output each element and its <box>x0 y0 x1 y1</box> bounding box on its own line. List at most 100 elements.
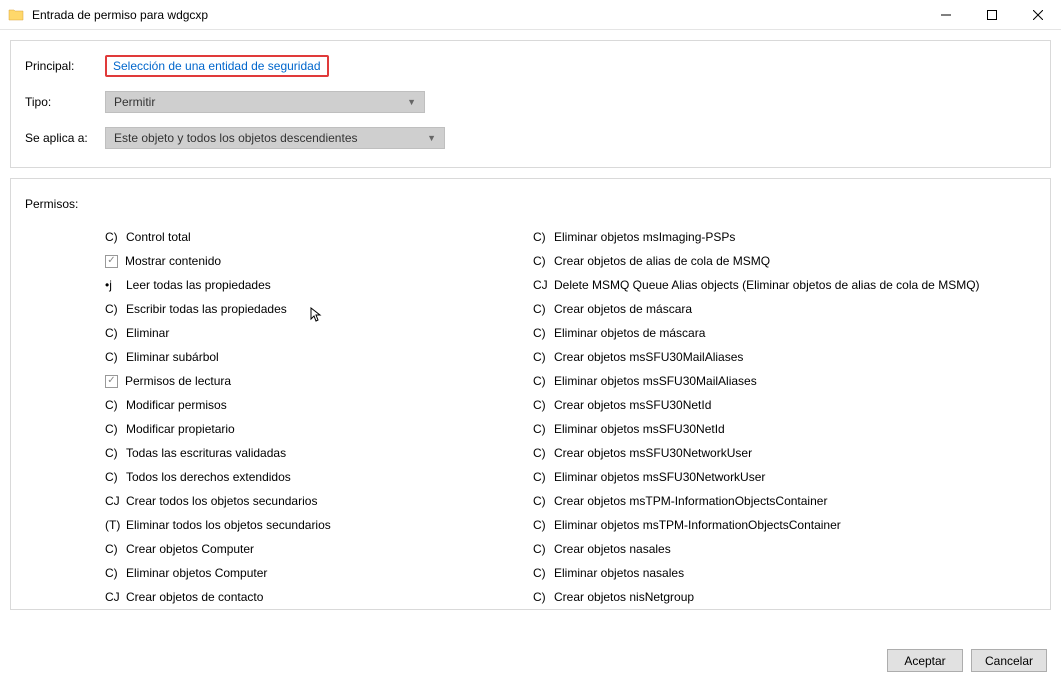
permission-item[interactable]: C)Modificar permisos <box>105 393 533 417</box>
titlebar: Entrada de permiso para wdgcxp <box>0 0 1061 30</box>
permission-label: Mostrar contenido <box>125 254 221 268</box>
permission-label: Control total <box>126 230 191 244</box>
type-value: Permitir <box>114 95 155 109</box>
permission-item[interactable]: C)Eliminar objetos de máscara <box>533 321 1036 345</box>
permission-item[interactable]: C)Crear objetos msTPM-InformationObjects… <box>533 489 1036 513</box>
permission-item[interactable]: Permisos de lectura <box>105 369 533 393</box>
permission-label: Leer todas las propiedades <box>126 278 271 292</box>
permission-item[interactable]: C)Crear objetos msSFU30NetworkUser <box>533 441 1036 465</box>
checkbox-prefix: C) <box>105 326 123 340</box>
checkbox-prefix: C) <box>105 230 123 244</box>
permission-label: Crear objetos de máscara <box>554 302 692 316</box>
permission-item[interactable]: C)Eliminar objetos msSFU30NetId <box>533 417 1036 441</box>
permission-label: Todas las escrituras validadas <box>126 446 286 460</box>
permission-item[interactable]: C)Eliminar subárbol <box>105 345 533 369</box>
checkbox-prefix: C) <box>533 254 551 268</box>
checkbox-prefix: (T) <box>105 518 123 532</box>
close-button[interactable] <box>1015 0 1061 29</box>
checkbox-prefix: C) <box>533 350 551 364</box>
type-dropdown[interactable]: Permitir ▼ <box>105 91 425 113</box>
permission-item[interactable]: C)Escribir todas las propiedades <box>105 297 533 321</box>
permission-label: Eliminar objetos msTPM-InformationObject… <box>554 518 841 532</box>
permissions-label: Permisos: <box>25 197 78 211</box>
permission-item[interactable]: C)Todos los derechos extendidos <box>105 465 533 489</box>
permission-item[interactable]: C)Eliminar objetos nasales <box>533 561 1036 585</box>
checkbox-prefix: C) <box>533 422 551 436</box>
permission-item[interactable]: C)Crear objetos de máscara <box>533 297 1036 321</box>
permission-label: Eliminar objetos msSFU30NetId <box>554 422 725 436</box>
cancel-button[interactable]: Cancelar <box>971 649 1047 672</box>
permission-label: Crear objetos msTPM-InformationObjectsCo… <box>554 494 827 508</box>
permission-item[interactable]: C)Eliminar objetos msSFU30MailAliases <box>533 369 1036 393</box>
permission-item[interactable]: C)Eliminar objetos msSFU30NetworkUser <box>533 465 1036 489</box>
permission-item[interactable]: C)Modificar propietario <box>105 417 533 441</box>
window-controls <box>923 0 1061 29</box>
applies-value: Este objeto y todos los objetos descendi… <box>114 131 358 145</box>
permission-item[interactable]: C)Eliminar <box>105 321 533 345</box>
permission-label: Crear objetos nasales <box>554 542 671 556</box>
principal-link[interactable]: Selección de una entidad de seguridad <box>105 55 329 77</box>
permission-label: Crear objetos msSFU30NetworkUser <box>554 446 752 460</box>
permission-label: Crear objetos nisNetgroup <box>554 590 694 604</box>
checkbox-prefix: C) <box>105 566 123 580</box>
permission-label: Modificar permisos <box>126 398 227 412</box>
checkbox-prefix: C) <box>533 494 551 508</box>
permission-item[interactable]: C)Crear objetos msSFU30NetId <box>533 393 1036 417</box>
permission-item[interactable]: C)Crear objetos Computer <box>105 537 533 561</box>
permissions-column-left: C)Control totalMostrar contenido•jLeer t… <box>105 225 533 609</box>
checkbox-prefix: C) <box>533 446 551 460</box>
checkbox-prefix: C) <box>533 302 551 316</box>
checkbox-icon[interactable] <box>105 255 118 268</box>
permission-item[interactable]: C)Crear objetos nasales <box>533 537 1036 561</box>
checkbox-prefix: C) <box>533 230 551 244</box>
permission-item[interactable]: Mostrar contenido <box>105 249 533 273</box>
permission-label: Crear objetos msSFU30MailAliases <box>554 350 743 364</box>
checkbox-prefix: C) <box>105 350 123 364</box>
minimize-button[interactable] <box>923 0 969 29</box>
checkbox-prefix: C) <box>105 470 123 484</box>
checkbox-prefix: C) <box>533 542 551 556</box>
checkbox-prefix: C) <box>105 542 123 556</box>
permission-item[interactable]: C)Todas las escrituras validadas <box>105 441 533 465</box>
permission-label: Escribir todas las propiedades <box>126 302 287 316</box>
permission-label: Delete MSMQ Queue Alias objects (Elimina… <box>554 278 980 292</box>
permission-label: Eliminar objetos nasales <box>554 566 684 580</box>
ok-button[interactable]: Aceptar <box>887 649 963 672</box>
permission-item[interactable]: (T)Eliminar todos los objetos secundario… <box>105 513 533 537</box>
checkbox-prefix: C) <box>105 398 123 412</box>
permission-item[interactable]: C)Crear objetos msSFU30MailAliases <box>533 345 1036 369</box>
permission-item[interactable]: C)Control total <box>105 225 533 249</box>
permission-label: Modificar propietario <box>126 422 235 436</box>
type-label: Tipo: <box>25 95 105 109</box>
permission-label: Crear objetos de contacto <box>126 590 263 604</box>
permission-label: Crear objetos de alias de cola de MSMQ <box>554 254 770 268</box>
permission-item[interactable]: CJDelete MSMQ Queue Alias objects (Elimi… <box>533 273 1036 297</box>
permission-item[interactable]: C)Crear objetos de alias de cola de MSMQ <box>533 249 1036 273</box>
header-panel: Principal: Selección de una entidad de s… <box>10 40 1051 168</box>
applies-dropdown[interactable]: Este objeto y todos los objetos descendi… <box>105 127 445 149</box>
principal-label: Principal: <box>25 59 105 73</box>
chevron-down-icon: ▼ <box>407 97 416 107</box>
permission-label: Crear todos los objetos secundarios <box>126 494 317 508</box>
checkbox-prefix: C) <box>533 374 551 388</box>
permission-label: Eliminar todos los objetos secundarios <box>126 518 331 532</box>
permission-label: Todos los derechos extendidos <box>126 470 291 484</box>
checkbox-prefix: C) <box>533 566 551 580</box>
permission-item[interactable]: C)Eliminar objetos Computer <box>105 561 533 585</box>
permission-item[interactable]: C)Eliminar objetos msTPM-InformationObje… <box>533 513 1036 537</box>
permission-label: Eliminar objetos de máscara <box>554 326 705 340</box>
permission-item[interactable]: CJCrear todos los objetos secundarios <box>105 489 533 513</box>
permission-item[interactable]: C)Eliminar objetos msImaging-PSPs <box>533 225 1036 249</box>
checkbox-prefix: C) <box>533 470 551 484</box>
permission-label: Permisos de lectura <box>125 374 231 388</box>
permission-item[interactable]: •jLeer todas las propiedades <box>105 273 533 297</box>
maximize-button[interactable] <box>969 0 1015 29</box>
checkbox-icon[interactable] <box>105 375 118 388</box>
permissions-column-right: C)Eliminar objetos msImaging-PSPsC)Crear… <box>533 225 1036 609</box>
permission-label: Crear objetos Computer <box>126 542 254 556</box>
permission-label: Eliminar objetos msImaging-PSPs <box>554 230 735 244</box>
permissions-panel: Permisos: C)Control totalMostrar conteni… <box>10 178 1051 610</box>
permission-item[interactable]: C)Crear objetos nisNetgroup <box>533 585 1036 609</box>
permission-item[interactable]: CJCrear objetos de contacto <box>105 585 533 609</box>
checkbox-prefix: C) <box>105 422 123 436</box>
